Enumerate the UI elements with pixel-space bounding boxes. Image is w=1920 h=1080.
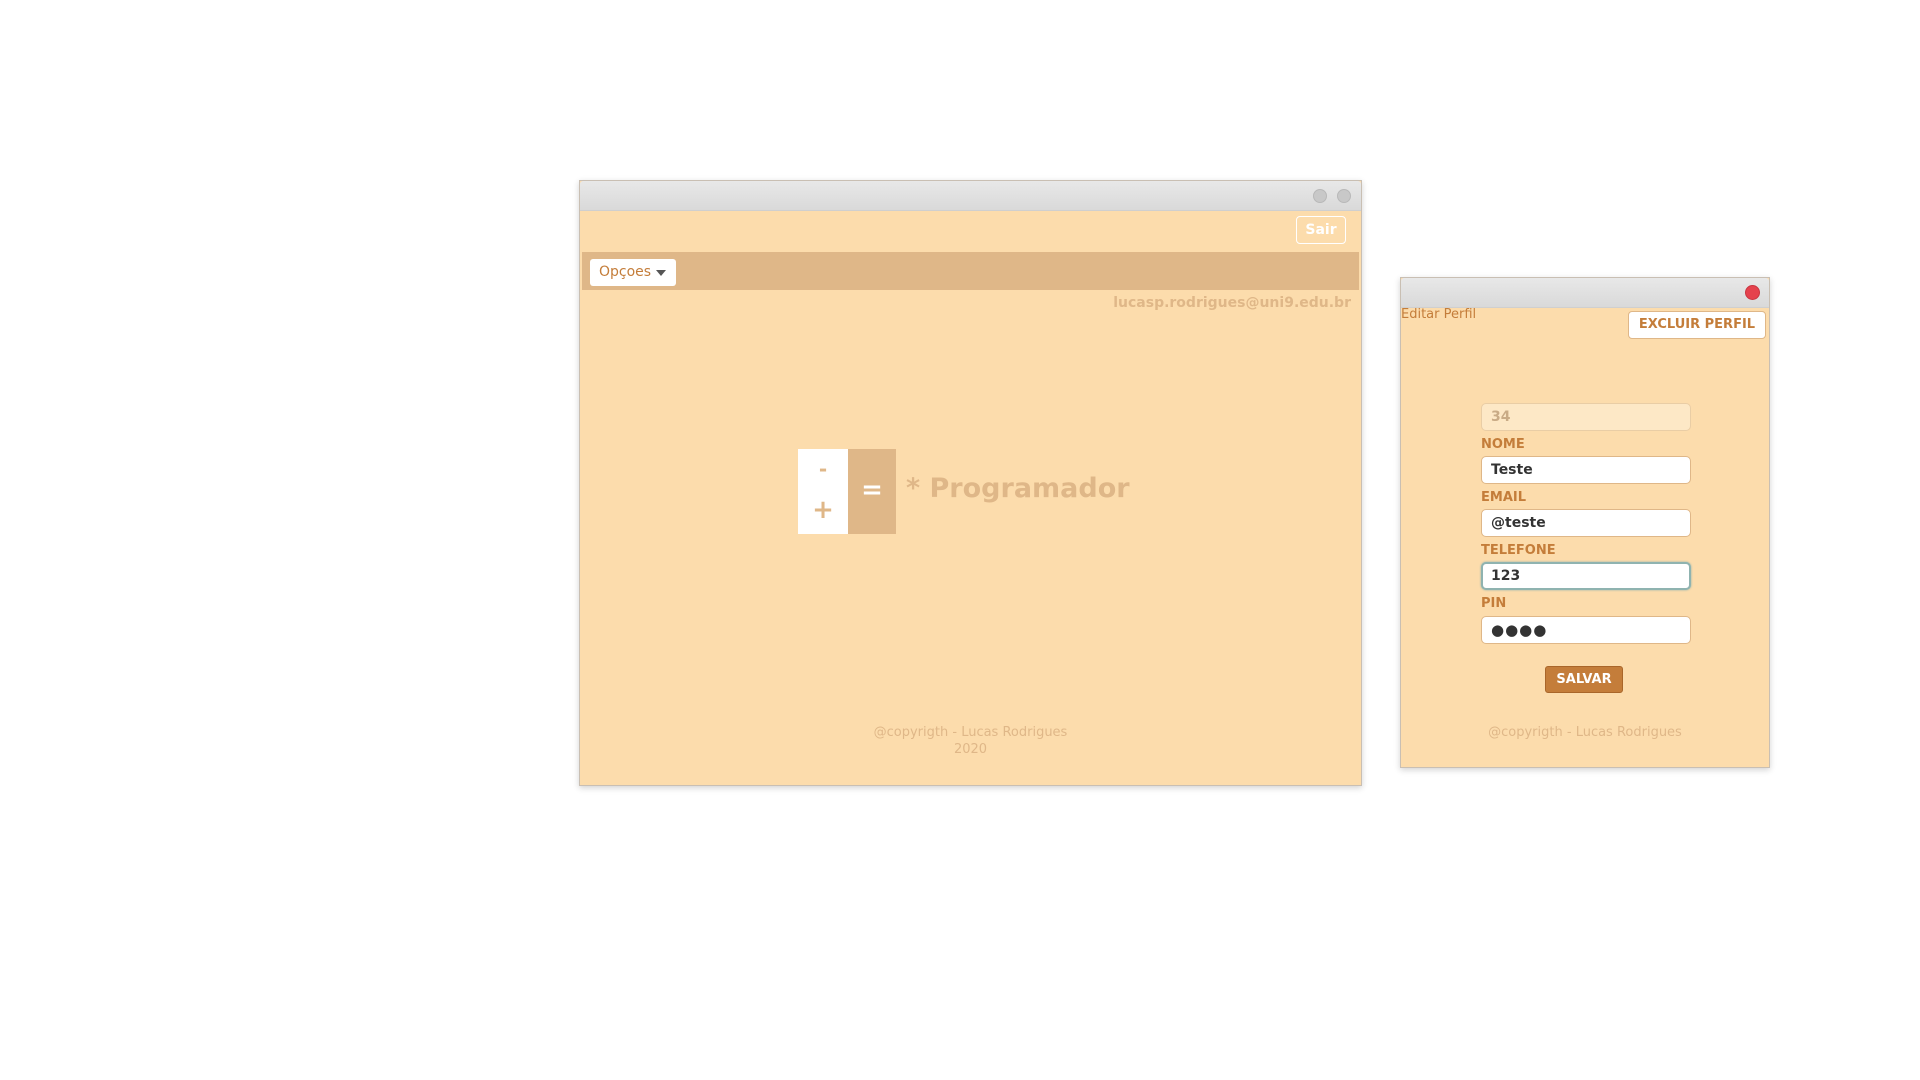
logo-text: * Programador <box>906 473 1130 504</box>
pin-field[interactable]: ●●●● <box>1481 616 1691 644</box>
copyright-year: 2020 <box>953 742 988 757</box>
copyright-text: @copyrigth - Lucas Rodrigues <box>873 725 1068 740</box>
menu-bar: Opçoes <box>582 252 1359 290</box>
logo-equals-sign: = <box>861 475 883 505</box>
name-label: NOME <box>1481 437 1525 452</box>
user-email: lucasp.rodrigues@uni9.edu.br <box>1113 295 1351 311</box>
profile-title: Editar Perfil <box>1401 307 1477 322</box>
pin-label: PIN <box>1481 596 1507 611</box>
profile-footer: @copyrigth - Lucas Rodrigues <box>1488 725 1682 740</box>
options-dropdown[interactable]: Opçoes <box>590 259 676 286</box>
chevron-down-icon <box>656 270 666 276</box>
phone-label: TELEFONE <box>1481 543 1556 558</box>
logo-minus-sign: - <box>818 457 828 481</box>
main-footer: @copyrigth - Lucas Rodrigues 2020 <box>580 724 1361 758</box>
save-button[interactable]: SALVAR <box>1545 666 1623 693</box>
phone-field[interactable]: 123 <box>1481 562 1691 590</box>
main-window: Sair Opçoes lucasp.rodrigues@uni9.edu.br… <box>579 180 1362 786</box>
email-label: EMAIL <box>1481 490 1526 505</box>
id-field: 34 <box>1481 403 1691 431</box>
profile-window: Editar Perfil EXCLUIR PERFIL 34 NOME Tes… <box>1400 277 1770 768</box>
delete-profile-button[interactable]: EXCLUIR PERFIL <box>1628 311 1766 339</box>
profile-window-titlebar[interactable] <box>1401 278 1769 308</box>
name-field[interactable]: Teste <box>1481 456 1691 484</box>
main-window-titlebar[interactable] <box>580 181 1361 211</box>
close-icon[interactable] <box>1745 285 1760 300</box>
maximize-icon[interactable] <box>1337 189 1351 203</box>
email-field[interactable]: @teste <box>1481 509 1691 537</box>
exit-button[interactable]: Sair <box>1296 216 1346 244</box>
options-dropdown-label: Opçoes <box>599 264 652 280</box>
logo-plus-sign: + <box>812 495 834 525</box>
minimize-icon[interactable] <box>1313 189 1327 203</box>
